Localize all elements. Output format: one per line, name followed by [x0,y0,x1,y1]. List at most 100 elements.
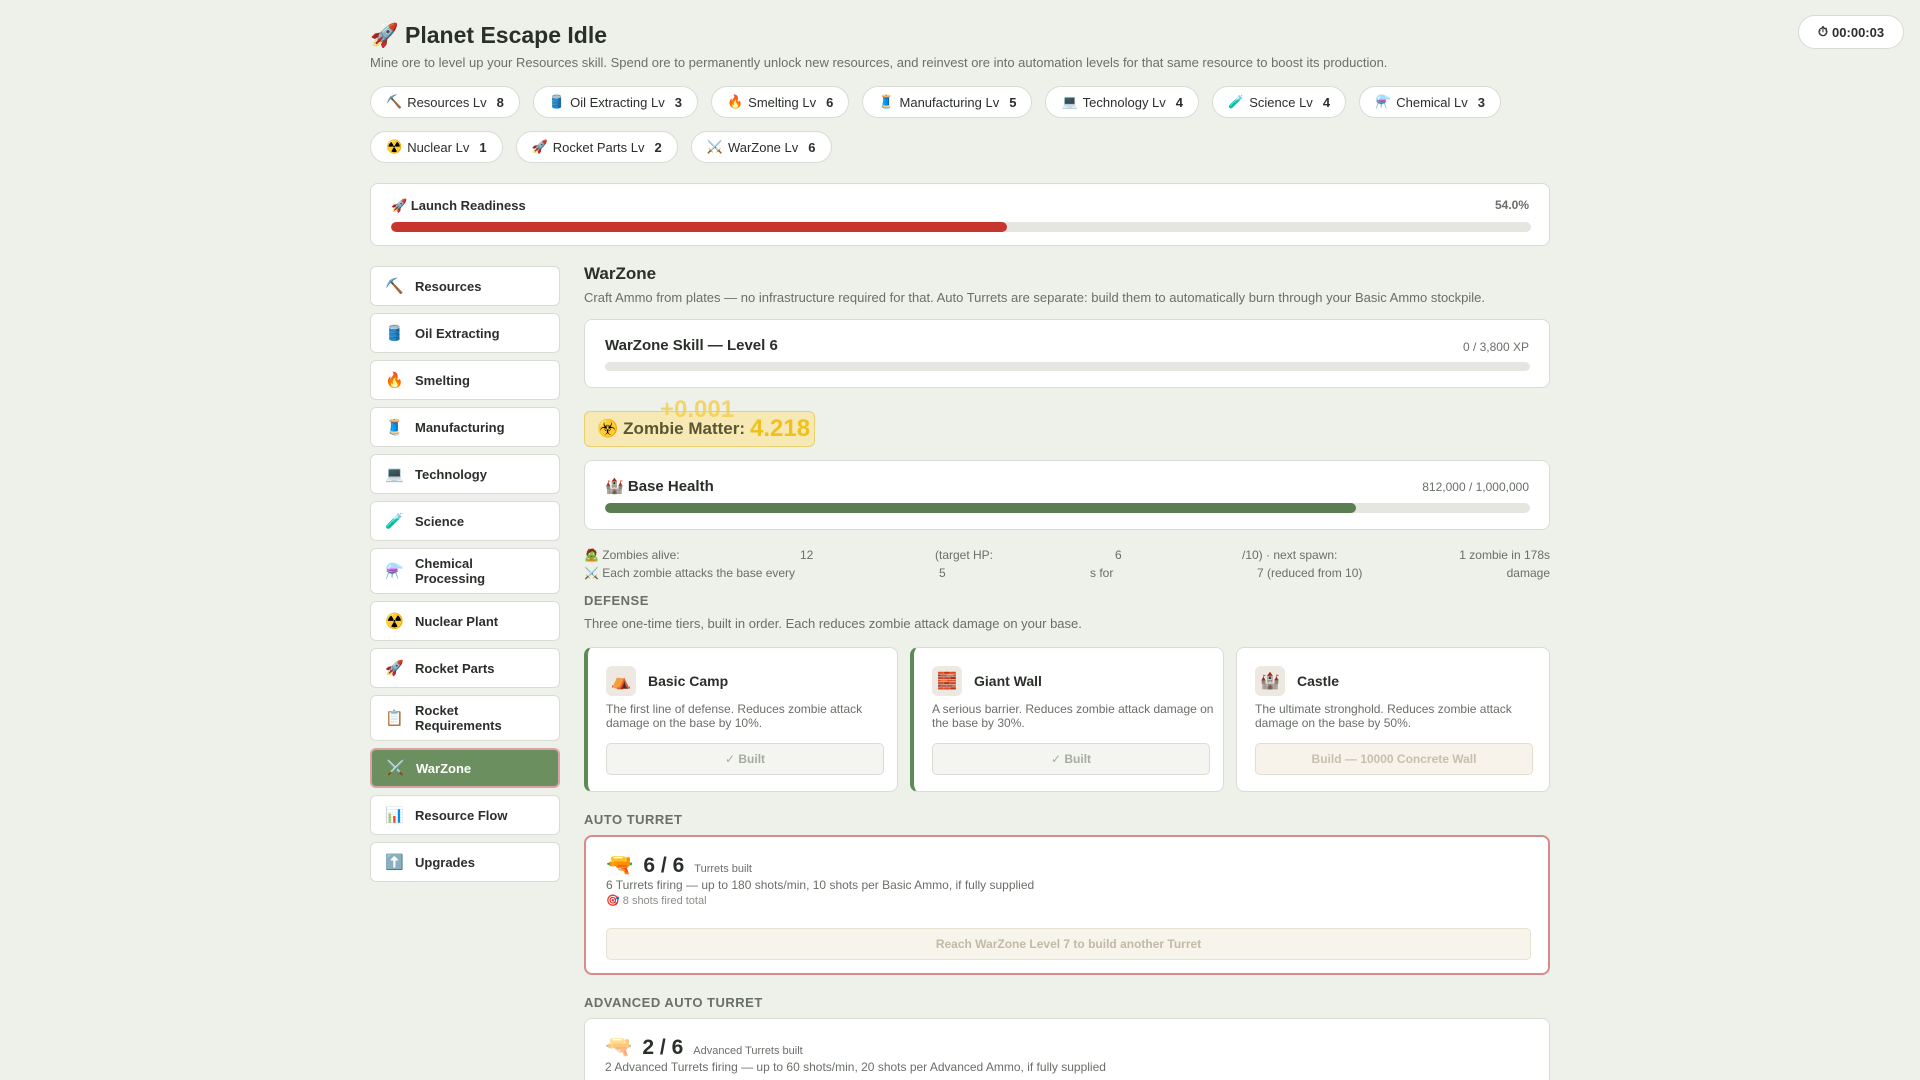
launch-readiness-bar [391,222,1531,232]
next-spawn-value: 1 zombie in 178s [1459,548,1550,562]
skill-icon: 🚀 [531,139,548,154]
turret-firing-info: 6 Turrets firing — up to 180 shots/min, … [606,878,1035,892]
skill-level: 6 [808,139,816,155]
sidebar-item-label: WarZone [416,760,472,776]
skill-level: 5 [1009,94,1017,110]
tier-name: Castle [1297,673,1340,689]
sidebar-icon: ⛏️ [385,278,404,295]
skill-level: 6 [826,94,834,110]
defense-tier-castle: 🏰 Castle The ultimate stronghold. Reduces … [1236,647,1550,792]
zombie-attack-row: ⚔️ Each zombie attacks the base every 5 … [584,566,1550,584]
auto-turret-card: 🔫 6 / 6 Turrets built 6 Turrets firing —… [584,835,1550,975]
skill-level: 3 [674,94,682,110]
defense-description: Three one-time tiers, built in order. Ea… [584,616,1082,631]
sidebar-item-rocket-requirements[interactable]: 📋 Rocket Requirements [370,695,560,741]
advanced-turret-firing-info: 2 Advanced Turrets firing — up to 60 sho… [605,1060,1106,1074]
skill-icon: 🛢️ [548,94,566,109]
skill-chip: 🔥 Smelting Lv 6 [710,86,850,118]
sidebar-item-label: Smelting [415,372,470,388]
launch-readiness-label: 🚀 Launch Readiness [391,198,526,213]
page-title: 🚀 Planet Escape Idle [370,22,607,49]
skill-chip: 🧵 Manufacturing Lv 5 [862,86,1033,118]
zombie-stats: 🧟 Zombies alive: 12 (target HP: 6 /10) ·… [584,548,1550,584]
sidebar-icon: 🧵 [385,419,404,436]
sidebar-item-manufacturing[interactable]: 🧵 Manufacturing [370,407,560,447]
tier-icon: ⛺ [606,666,636,696]
sidebar-item-resources[interactable]: ⛏️ Resources [370,266,560,306]
built-status-button[interactable]: ✓ Built [932,743,1210,775]
sidebar-item-label: Chemical Processing [415,556,486,586]
stopwatch-icon: ⏱ [1817,24,1829,39]
skill-icon: ⚗️ [1375,94,1392,109]
base-health-bar [605,503,1530,513]
skill-level: 2 [654,139,662,155]
sidebar-icon: 💻 [385,466,404,483]
attack-interval-value: 5 [939,566,946,580]
turret-count: 6 / 6 [643,854,685,877]
defense-tier-basic-camp: ⛺ Basic Camp The first line of defense. Re… [584,647,898,792]
skill-label: WarZone Lv [727,139,799,155]
tier-name: Basic Camp [648,673,729,689]
build-turret-button[interactable]: Reach WarZone Level 7 to build another T… [606,928,1531,960]
skill-label: Technology Lv [1082,94,1166,110]
skill-chip: 🧪 Science Lv 4 [1212,86,1347,118]
sidebar-item-nuclear-plant[interactable]: ☢️ Nuclear Plant [370,601,560,641]
sidebar-item-resource-flow[interactable]: 📊 Resource Flow [370,795,560,835]
zombie-matter-delta: +0.001 [660,396,735,423]
biohazard-icon: ☣️ [597,419,619,438]
advanced-turret-count-row: 🔫 2 / 6 Advanced Turrets built [605,1034,803,1060]
target-hp-value: 6 [1115,548,1122,562]
skill-icon: ⚔️ [706,139,723,154]
skill-icon: 🧪 [1228,94,1245,109]
skill-label: Chemical Lv [1396,94,1468,110]
sidebar-icon: ⬆️ [385,854,404,871]
sidebar-item-science[interactable]: 🧪 Science [370,501,560,541]
next-spawn-label: /10) · next spawn: [1242,548,1338,562]
sidebar-icon: 📋 [385,710,404,727]
tier-description: The ultimate stronghold. Reduces zombie … [1255,702,1512,730]
sidebar-item-technology[interactable]: 💻 Technology [370,454,560,494]
skill-level: 8 [496,94,504,110]
skill-chip: ☢️ Nuclear Lv 1 [370,131,503,163]
sidebar-item-smelting[interactable]: 🔥 Smelting [370,360,560,400]
advanced-turret-card: 🔫 2 / 6 Advanced Turrets built 2 Advance… [584,1018,1550,1080]
sidebar-item-label: Upgrades [415,854,475,870]
skill-icon: ☢️ [386,139,403,154]
sidebar-item-warzone[interactable]: ⚔️ WarZone [370,748,560,788]
skill-chip: 🛢️ Oil Extracting Lv 3 [532,86,698,118]
skill-label: Smelting Lv [748,94,817,110]
page-subtitle: Mine ore to level up your Resources skil… [370,55,1388,70]
base-health-card: 🏰 Base Health 812,000 / 1,000,000 [584,460,1550,530]
target-hp-label: (target HP: [935,548,994,562]
turret-shots-total: 🎯 8 shots fired total [606,895,707,907]
advanced-turret-count: 2 / 6 [642,1036,684,1059]
auto-turret-heading: AUTO TURRET [584,812,683,827]
zombies-alive-value: 12 [800,548,814,562]
defense-heading: DEFENSE [584,593,649,608]
tier-description: The first line of defense. Reduces zombi… [606,702,863,730]
gun-icon: 🔫 [606,852,634,877]
target-icon: 🎯 [606,895,620,907]
sidebar-item-chemical-processing[interactable]: ⚗️ Chemical Processing [370,548,560,594]
zombie-matter-value: 4.218 [750,415,811,442]
sidebar-item-rocket-parts[interactable]: 🚀 Rocket Parts [370,648,560,688]
app-title: Planet Escape Idle [405,22,608,48]
skill-chip: 🚀 Rocket Parts Lv 2 [515,131,678,163]
sidebar-item-label: Resource Flow [415,807,508,823]
tier-icon: 🧱 [932,666,962,696]
gun-icon: 🔫 [605,1034,633,1059]
skill-label: Manufacturing Lv [899,94,1000,110]
skill-label: Science Lv [1249,94,1313,110]
sidebar-icon: 🔥 [385,372,404,389]
built-status-button[interactable]: ✓ Built [606,743,884,775]
sidebar-item-oil-extracting[interactable]: 🛢️ Oil Extracting [370,313,560,353]
skill-label: Oil Extracting Lv [570,94,665,110]
launch-readiness-percent: 54.0% [1494,198,1529,212]
sidebar-item-label: Resources [415,278,482,294]
sidebar-item-upgrades[interactable]: ⬆️ Upgrades [370,842,560,882]
base-health-fill [605,503,1357,513]
skill-icon: 🔥 [726,94,744,109]
sidebar-item-label: Rocket Requirements [415,703,502,733]
skill-label: Resources Lv [407,94,487,110]
build-tier-button[interactable]: Build — 10000 Concrete Wall [1255,743,1533,775]
